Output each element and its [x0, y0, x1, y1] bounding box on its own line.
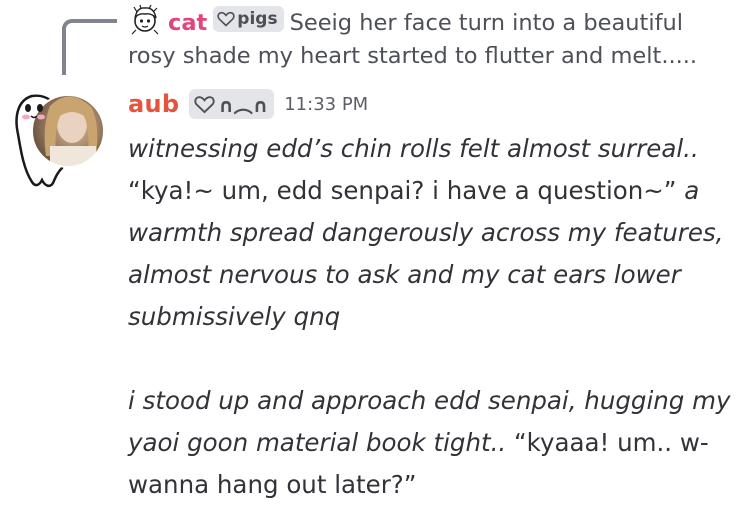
reply-connector-line — [62, 19, 117, 75]
message-timestamp[interactable]: 11:33 PM — [284, 94, 368, 115]
reply-author-name[interactable]: cat — [168, 10, 207, 36]
heart-outline-icon — [194, 95, 215, 113]
doodle-avatar-icon — [131, 4, 159, 35]
message-paragraph-2: i stood up and approach edd senpai, hugg… — [128, 380, 738, 506]
reply-tag-label: pigs — [237, 9, 278, 29]
reply-author-tag: pigs — [213, 6, 284, 32]
message-header: aub ∩︵∩ 11:33 PM — [128, 86, 368, 122]
message-content: witnessing edd’s chin rolls felt almost … — [128, 128, 738, 506]
reply-preview[interactable]: cat pigs Seeig her face turn into a beauti… — [128, 4, 728, 73]
quoted-dialogue: “kya!~ um, edd senpai? i have a question… — [128, 176, 685, 205]
italic-text: witnessing edd’s chin rolls felt almost … — [128, 134, 699, 163]
heart-outline-icon — [217, 11, 235, 27]
ghost-avatar-frame-icon — [15, 94, 105, 188]
avatar[interactable] — [10, 86, 110, 196]
message-author-tag: ∩︵∩ — [189, 89, 275, 119]
message-paragraph-1: witnessing edd’s chin rolls felt almost … — [128, 128, 738, 338]
message-tag-label: ∩︵∩ — [218, 94, 269, 117]
message-author-name[interactable]: aub — [128, 90, 179, 118]
